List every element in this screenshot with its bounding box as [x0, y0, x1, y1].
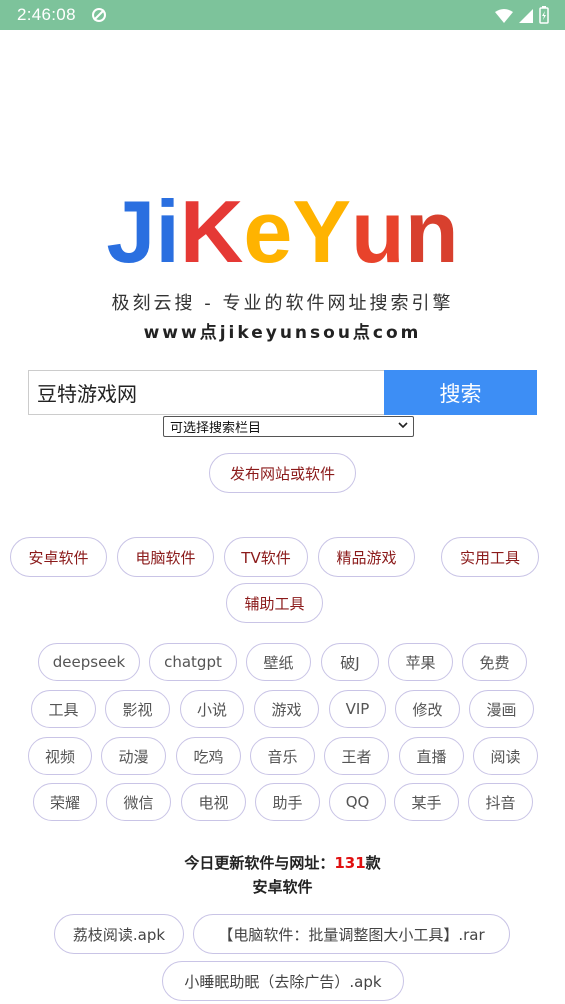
tag-item[interactable]: 壁纸: [246, 643, 311, 681]
tag-item[interactable]: 吃鸡: [176, 737, 241, 775]
tag-item[interactable]: 电视: [181, 783, 246, 821]
update-category: 安卓软件: [252, 878, 313, 896]
select-value: 可选择搜索栏目: [170, 421, 262, 436]
category-tv[interactable]: TV软件: [224, 537, 308, 577]
tag-item[interactable]: 音乐: [250, 737, 315, 775]
update-prefix: 今日更新软件与网址：: [184, 854, 335, 872]
search-button[interactable]: 搜索: [384, 370, 537, 415]
search-input[interactable]: 豆特游戏网: [28, 370, 384, 415]
file-item[interactable]: 小睡眠助眠（去除广告）.apk: [162, 961, 404, 1001]
update-suffix: 款: [365, 854, 381, 872]
logo-letter: Y: [292, 182, 352, 281]
tag-item[interactable]: 助手: [255, 783, 320, 821]
tag-item[interactable]: 抖音: [468, 783, 533, 821]
tag-item[interactable]: 视频: [28, 737, 92, 775]
category-games[interactable]: 精品游戏: [318, 537, 415, 577]
tag-item[interactable]: 破J: [321, 643, 379, 681]
signal-icon: [519, 8, 533, 27]
search-category-select[interactable]: 可选择搜索栏目: [163, 416, 414, 437]
tag-item[interactable]: VIP: [329, 690, 386, 728]
tag-item[interactable]: 游戏: [254, 690, 319, 728]
category-tools[interactable]: 实用工具: [441, 537, 539, 577]
logo-letter: n: [404, 182, 459, 281]
logo-letter: K: [179, 182, 244, 281]
category-assist[interactable]: 辅助工具: [226, 583, 323, 623]
logo-letter: i: [155, 182, 180, 281]
battery-icon: [539, 6, 549, 28]
tag-item[interactable]: 王者: [324, 737, 389, 775]
status-time: 2:46:08: [17, 5, 76, 24]
tag-item[interactable]: 阅读: [473, 737, 538, 775]
category-android[interactable]: 安卓软件: [10, 537, 107, 577]
tag-item[interactable]: 微信: [106, 783, 171, 821]
tag-item[interactable]: 小说: [180, 690, 244, 728]
chevron-down-icon: [397, 419, 409, 435]
tag-item[interactable]: 直播: [399, 737, 464, 775]
category-pc[interactable]: 电脑软件: [117, 537, 214, 577]
tag-item[interactable]: 某手: [394, 783, 459, 821]
tag-item[interactable]: 动漫: [101, 737, 166, 775]
wifi-icon: [495, 8, 513, 27]
tag-item[interactable]: 荣耀: [33, 783, 97, 821]
update-summary: 今日更新软件与网址：131款: [0, 852, 565, 873]
logo-letter: J: [106, 182, 156, 281]
tag-item[interactable]: 苹果: [388, 643, 453, 681]
tag-item[interactable]: 漫画: [469, 690, 534, 728]
file-item[interactable]: 荔枝阅读.apk: [54, 914, 184, 954]
logo-letter: u: [351, 182, 405, 281]
site-tagline: 极刻云搜 - 专业的软件网址搜索引擎: [111, 293, 454, 314]
tag-item[interactable]: deepseek: [38, 643, 140, 681]
publish-button[interactable]: 发布网站或软件: [209, 453, 356, 493]
file-item[interactable]: 【电脑软件：批量调整图大小工具】.rar: [193, 914, 510, 954]
tag-item[interactable]: 修改: [395, 690, 460, 728]
tag-item[interactable]: QQ: [329, 783, 386, 821]
site-domain: www点jikeyunsou点com: [143, 323, 422, 343]
tag-item[interactable]: 免费: [462, 643, 527, 681]
notification-icon: [91, 7, 107, 23]
tag-item[interactable]: 工具: [31, 690, 96, 728]
site-logo: JiKeYun: [0, 182, 565, 282]
tag-item[interactable]: 影视: [105, 690, 170, 728]
logo-letter: e: [243, 182, 293, 281]
tag-item[interactable]: chatgpt: [149, 643, 237, 681]
status-bar: 2:46:08: [0, 0, 565, 30]
update-count: 131: [334, 854, 366, 872]
